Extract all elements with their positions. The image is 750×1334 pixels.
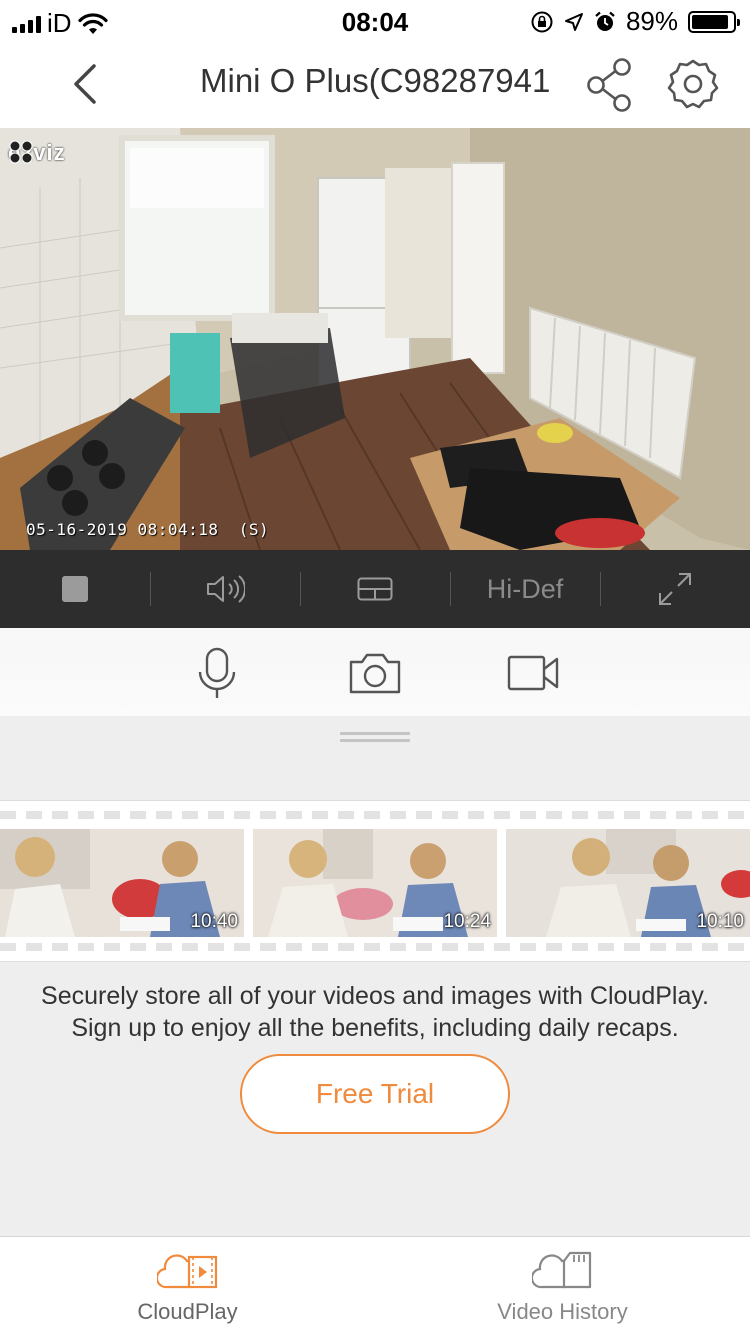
ezviz-logo: ezviz [8,140,66,166]
fullscreen-button[interactable] [600,550,750,628]
promo-line-1: Securely store all of your videos and im… [41,982,709,1010]
filmstrip-preview: 10:40 10:24 10:10 [0,800,750,962]
back-icon[interactable] [64,60,108,108]
clip-duration: 10:24 [443,911,491,932]
stop-icon [62,576,88,602]
status-bar: iD 08:04 89% [0,0,750,40]
clip-duration: 10:10 [696,911,744,932]
clip-thumbnail: 10:10 [506,829,750,937]
battery-percent: 89% [625,6,678,36]
device-title: Mini O Plus(C98287941 [200,62,551,99]
nav-bar: Mini O Plus(C98287941 [0,40,750,128]
filmstrip-sprockets-bottom [0,943,750,951]
bottom-tab-bar: CloudPlay Video History [0,1236,750,1334]
feed-timestamp: 05-16-2019 08:04:18 (S) [26,520,270,539]
alarm-icon [595,11,615,31]
battery-icon [688,10,740,33]
cloud-film-icon [156,1254,217,1289]
settings-gear-icon[interactable] [666,58,720,112]
camera-snapshot-icon[interactable] [348,646,402,700]
cloud-sdcard-icon [531,1251,591,1289]
cloudplay-drawer: 10:40 10:24 10:10 Securely store all of … [0,716,750,1236]
orientation-lock-icon [531,11,553,32]
fullscreen-icon [659,573,691,605]
share-icon[interactable] [584,58,638,112]
stop-button[interactable] [0,550,150,628]
quality-label: Hi-Def [486,573,564,604]
audio-button[interactable] [150,550,300,628]
cloudplay-promo-text: Securely store all of your videos and im… [0,980,750,1044]
microphone-icon[interactable] [190,646,244,700]
tab-video-history[interactable]: Video History [375,1237,750,1334]
battery-fill [692,14,728,29]
status-right: 89% [530,6,740,37]
promo-line-2: Sign up to enjoy all the benefits, inclu… [71,1014,679,1042]
action-row [0,628,750,716]
record-video-icon[interactable] [506,646,560,700]
filmstrip-sprockets-top [0,811,750,819]
speaker-icon [207,575,245,603]
clip-duration: 10:40 [190,911,238,932]
clip-thumbnail: 10:40 [0,829,244,937]
playback-control-bar: Hi-Def [0,550,750,628]
grid-layout-icon [357,577,393,601]
multi-view-button[interactable] [300,550,450,628]
drawer-handle[interactable] [340,732,410,744]
tab-video-history-label: Video History [497,1299,628,1324]
tab-cloudplay[interactable]: CloudPlay [0,1237,375,1334]
camera-scene [0,128,750,550]
clip-thumbnail: 10:24 [253,829,497,937]
quality-button[interactable]: Hi-Def [450,550,600,628]
free-trial-button[interactable]: Free Trial [240,1054,510,1134]
tab-cloudplay-label: CloudPlay [137,1299,238,1324]
camera-live-view[interactable]: ezviz 05-16-2019 08:04:18 (S) [0,128,750,550]
location-icon [564,12,583,31]
ezviz-logo-icon [9,140,33,164]
